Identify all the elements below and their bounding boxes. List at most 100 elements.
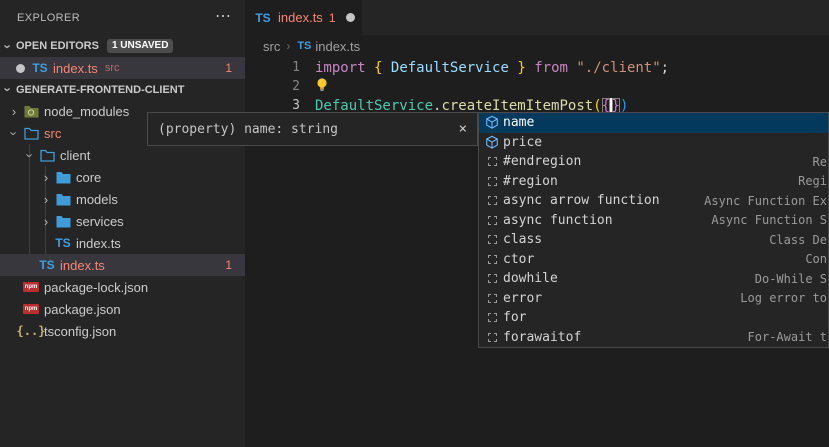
ts-glyph: TS	[39, 258, 54, 272]
code-line-text: import { DefaultService } from "./client…	[300, 60, 669, 76]
chevron-down-icon[interactable]: ›	[1, 38, 16, 54]
suggest-item-detail: Do-While S	[755, 272, 827, 286]
suggest-item-async-arrow-function[interactable]: async arrow functionAsync Function Ex	[479, 191, 828, 211]
suggest-item-label: for	[503, 310, 526, 325]
tree-item-index-ts[interactable]: TSindex.ts	[0, 232, 245, 254]
suggest-item-label: #region	[503, 174, 558, 189]
ts-file-icon: TS	[296, 38, 312, 54]
ts-file-icon: TS	[38, 257, 56, 273]
tooltip-text: (property) name: string	[158, 122, 338, 137]
token: ;	[661, 60, 669, 76]
suggest-item-label: class	[503, 232, 542, 247]
chevron-right-icon[interactable]: ›	[38, 192, 54, 207]
chevron-right-icon[interactable]: ›	[38, 214, 54, 229]
snippet-icon	[483, 232, 501, 248]
suggest-item-detail: Re	[813, 155, 827, 169]
breadcrumb-file[interactable]: index.ts	[315, 39, 360, 54]
folder-open-icon	[22, 125, 40, 141]
error-count-badge: 1	[225, 61, 232, 75]
more-actions-icon[interactable]: ⋯	[215, 6, 232, 26]
suggest-item--endregion[interactable]: #endregionRe	[479, 152, 828, 172]
tree-item-tsconfig-json[interactable]: {..}tsconfig.json	[0, 320, 245, 342]
breadcrumb-folder[interactable]: src	[263, 39, 280, 54]
suggest-item-label: forawaitof	[503, 330, 581, 345]
suggest-item-label: ctor	[503, 252, 534, 267]
tree-item-label: package-lock.json	[44, 280, 148, 295]
snippet-box	[488, 255, 497, 264]
open-editors-header[interactable]: › OPEN EDITORS 1 UNSAVED	[0, 35, 245, 57]
tab-index-ts[interactable]: TS index.ts 1	[245, 0, 362, 35]
suggest-item-label: price	[503, 135, 542, 150]
token: DefaultService	[391, 60, 509, 76]
suggest-item-label: error	[503, 291, 542, 306]
json-braces-icon: {..}	[22, 323, 40, 339]
tree-item-client[interactable]: › client	[0, 144, 245, 166]
line-number: 1	[245, 60, 300, 75]
chevron-down-icon[interactable]: ›	[23, 147, 38, 163]
snippet-icon	[483, 154, 501, 170]
project-section-header[interactable]: › GENERATE-FRONTEND-CLIENT	[0, 79, 245, 100]
snippet-box	[488, 313, 497, 322]
ts-glyph: TS	[32, 61, 47, 75]
lightbulb-icon[interactable]	[315, 80, 329, 96]
suggest-item-detail: Class De	[769, 233, 827, 247]
chevron-down-icon[interactable]: ›	[7, 125, 22, 141]
tree-item-package-json[interactable]: npmpackage.json	[0, 298, 245, 320]
line-number: 3	[245, 98, 300, 113]
tree-item-label: client	[60, 148, 90, 163]
suggest-item-detail: Async Function S	[711, 213, 827, 227]
npm-glyph: npm	[23, 304, 40, 314]
tree-item-label: src	[44, 126, 61, 141]
code-line[interactable]: 2	[245, 77, 829, 96]
suggest-item-detail: Regi	[798, 174, 827, 188]
folder-open-icon	[38, 147, 56, 163]
tree-item-models[interactable]: › models	[0, 188, 245, 210]
json-glyph: {..}	[17, 324, 46, 338]
ts-file-icon: TS	[54, 235, 72, 251]
open-editor-item[interactable]: TSindex.tssrc1	[0, 57, 245, 79]
suggest-item-price[interactable]: price	[479, 133, 828, 153]
chevron-right-icon[interactable]: ›	[38, 170, 54, 185]
snippet-icon	[483, 212, 501, 228]
snippet-box	[488, 235, 497, 244]
tree-item-index-ts[interactable]: TSindex.ts1	[0, 254, 245, 276]
ts-glyph: TS	[55, 236, 70, 250]
code-line[interactable]: 1import { DefaultService } from "./clien…	[245, 58, 829, 77]
token: from	[534, 60, 568, 76]
tab-bar: TS index.ts 1	[245, 0, 829, 35]
explorer-title: EXPLORER	[17, 12, 80, 24]
suggest-item-detail: Con	[805, 252, 827, 266]
snippet-box	[488, 274, 497, 283]
suggest-item-detail: For-Await t	[748, 330, 827, 344]
tree-item-core[interactable]: › core	[0, 166, 245, 188]
suggest-item-name[interactable]: name	[479, 113, 828, 133]
npm-icon: npm	[22, 301, 40, 317]
snippet-box	[488, 177, 497, 186]
field-icon	[483, 134, 501, 150]
suggest-item-ctor[interactable]: ctor Con	[479, 250, 828, 270]
tab-file-name: index.ts	[278, 10, 323, 25]
suggest-item-async-function[interactable]: async functionAsync Function S	[479, 211, 828, 231]
tree-item-label: core	[76, 170, 101, 185]
suggest-item-dowhile[interactable]: dowhile Do-While S	[479, 269, 828, 289]
token: "./client"	[576, 60, 660, 76]
open-editors-label: OPEN EDITORS	[16, 40, 99, 52]
suggest-item-forawaitof[interactable]: forawaitof For-Await t	[479, 328, 828, 348]
chevron-down-icon[interactable]: ›	[1, 82, 16, 98]
chevron-right-icon[interactable]: ›	[6, 104, 22, 119]
tree-item-package-lock-json[interactable]: npmpackage-lock.json	[0, 276, 245, 298]
explorer-sidebar: EXPLORER ⋯ › OPEN EDITORS 1 UNSAVED TSin…	[0, 0, 245, 447]
suggest-item-error[interactable]: errorLog error to	[479, 289, 828, 309]
suggest-item-label: dowhile	[503, 271, 558, 286]
unsaved-dot-icon[interactable]	[346, 13, 355, 22]
tree-item-label: models	[76, 192, 118, 207]
suggest-item--region[interactable]: #region Regi	[479, 172, 828, 192]
code-editor[interactable]: 1import { DefaultService } from "./clien…	[245, 58, 829, 115]
field-icon	[483, 115, 501, 131]
error-count-badge: 1	[225, 258, 232, 272]
modified-dot-icon	[16, 64, 25, 73]
tree-item-services[interactable]: ›services	[0, 210, 245, 232]
close-icon[interactable]: ×	[459, 121, 467, 137]
suggest-item-class[interactable]: class Class De	[479, 230, 828, 250]
suggest-item-for[interactable]: for	[479, 308, 828, 328]
